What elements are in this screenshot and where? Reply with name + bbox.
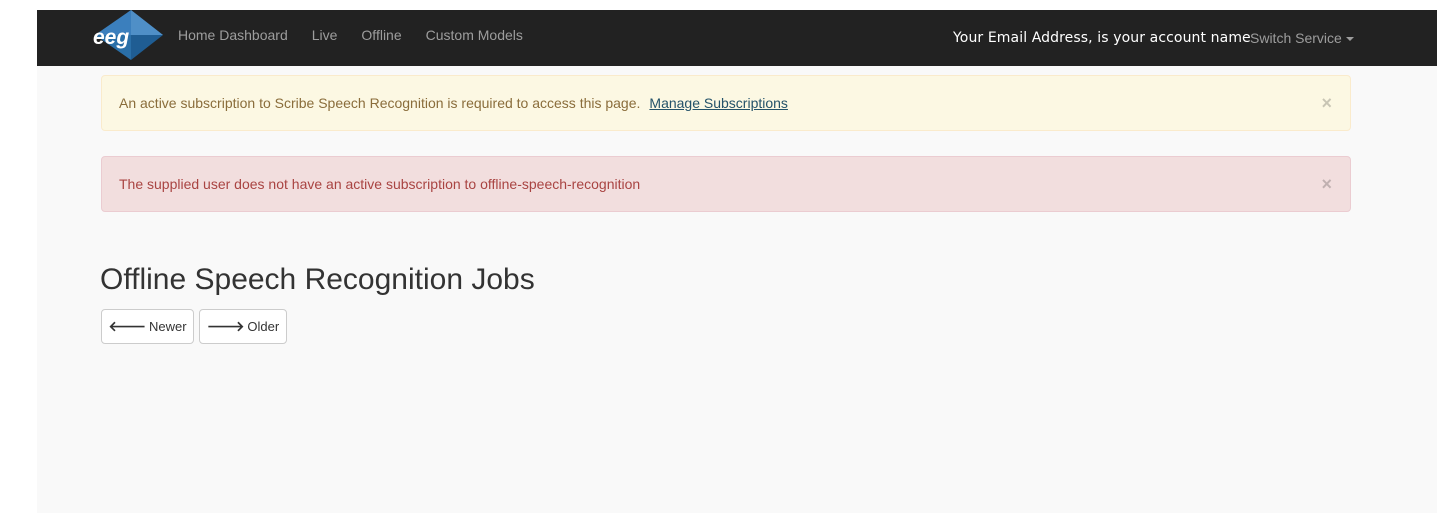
arrow-left-icon: 🡐 — [108, 318, 146, 334]
older-button[interactable]: 🡒 Older — [199, 309, 287, 344]
manage-subscriptions-link[interactable]: Manage Subscriptions — [649, 95, 788, 111]
nav-home-dashboard[interactable]: Home Dashboard — [178, 7, 288, 63]
close-icon[interactable]: × — [1321, 76, 1332, 130]
page-title: Offline Speech Recognition Jobs — [100, 263, 535, 296]
caret-down-icon — [1345, 37, 1354, 42]
nav-live[interactable]: Live — [312, 7, 338, 63]
warning-alert-text: An active subscription to Scribe Speech … — [119, 95, 641, 111]
danger-alert-text: The supplied user does not have an activ… — [119, 176, 641, 192]
eeg-logo[interactable]: eeg — [87, 10, 163, 60]
page-frame: eeg Home Dashboard Live Offline Custom M… — [37, 10, 1437, 513]
older-button-label: Older — [247, 319, 280, 334]
subscription-warning-alert: An active subscription to Scribe Speech … — [101, 75, 1351, 131]
nav-offline[interactable]: Offline — [361, 7, 401, 63]
top-navbar: eeg Home Dashboard Live Offline Custom M… — [37, 10, 1437, 66]
nav-custom-models[interactable]: Custom Models — [426, 7, 523, 63]
logo-text: eeg — [93, 26, 129, 49]
switch-service-label: Switch Service — [1250, 30, 1342, 46]
subscription-error-alert: The supplied user does not have an activ… — [101, 156, 1351, 212]
arrow-right-icon: 🡒 — [206, 318, 245, 334]
close-icon[interactable]: × — [1321, 157, 1332, 211]
account-name: Your Email Address, is your account name — [953, 30, 1251, 46]
newer-button-label: Newer — [148, 319, 187, 334]
nav-links: Home Dashboard Live Offline Custom Model… — [178, 10, 547, 66]
newer-button[interactable]: 🡐 Newer — [101, 309, 194, 344]
switch-service-dropdown[interactable]: Switch Service — [1250, 10, 1354, 66]
